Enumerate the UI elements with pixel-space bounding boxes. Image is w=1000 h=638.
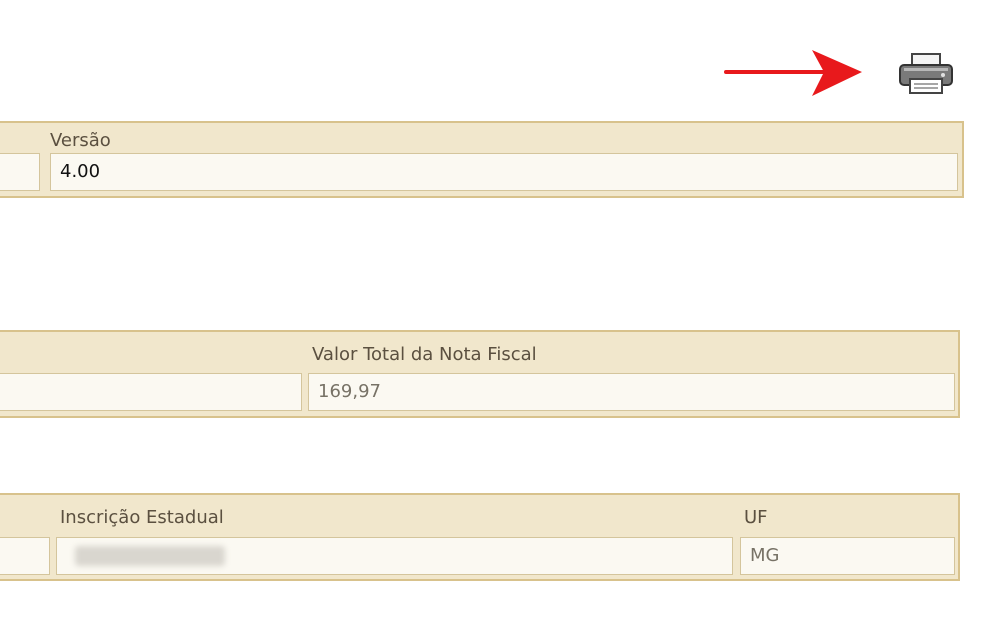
state-registration-label: Inscrição Estadual — [60, 507, 224, 528]
previous-total-field — [0, 373, 302, 411]
total-value-label: Valor Total da Nota Fiscal — [312, 344, 537, 365]
emitter-section: Inscrição Estadual UF MG — [0, 493, 960, 581]
redacted-value — [75, 546, 225, 566]
uf-label: UF — [744, 507, 768, 528]
version-field: 4.00 — [50, 153, 958, 191]
arrow-right-icon — [724, 50, 862, 96]
uf-field: MG — [740, 537, 955, 575]
previous-field — [0, 153, 40, 191]
state-registration-field — [56, 537, 733, 575]
previous-emitter-field — [0, 537, 50, 575]
totals-section: Valor Total da Nota Fiscal 169,97 — [0, 330, 960, 418]
printer-icon[interactable] — [896, 52, 956, 94]
version-label: Versão — [50, 130, 111, 151]
version-section: Versão 4.00 — [0, 121, 964, 198]
total-value-field: 169,97 — [308, 373, 955, 411]
